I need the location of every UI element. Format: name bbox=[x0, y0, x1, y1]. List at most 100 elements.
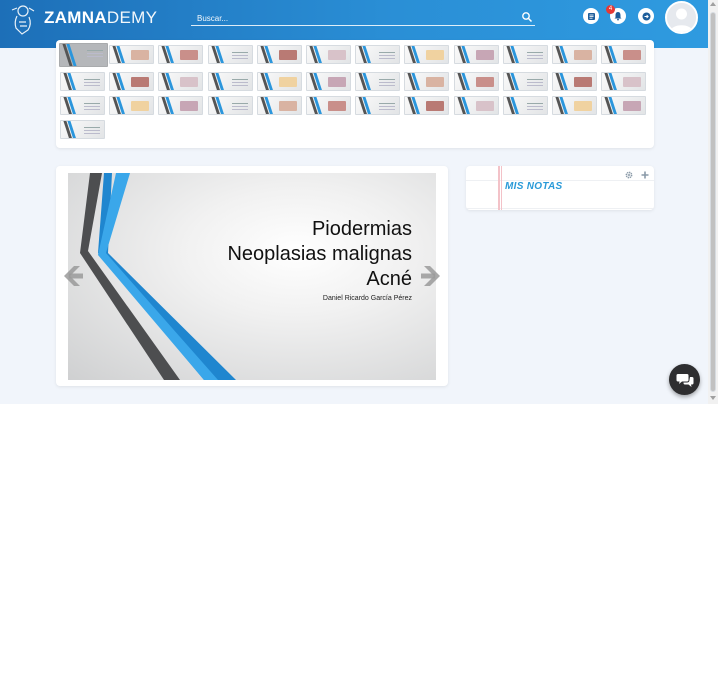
slide-thumbnail[interactable] bbox=[453, 96, 499, 115]
slide-thumbnail[interactable] bbox=[109, 96, 155, 115]
app-root: ZAMNADEMY 4 bbox=[0, 0, 718, 680]
slide-title: Piodermias Neoplasias malignas Acné bbox=[227, 217, 412, 292]
user-avatar[interactable] bbox=[665, 1, 698, 34]
slide-thumbnail[interactable] bbox=[404, 72, 450, 91]
thumbnail-image bbox=[623, 50, 642, 60]
slide-thumbnail[interactable] bbox=[60, 96, 105, 115]
slide-thumbnail[interactable] bbox=[109, 72, 155, 91]
thumbnail-text-lines bbox=[231, 52, 248, 53]
page-scrollbar[interactable] bbox=[708, 0, 718, 404]
plus-icon[interactable] bbox=[640, 170, 650, 180]
thumbnail-image bbox=[327, 101, 346, 111]
thumbnail-image bbox=[180, 101, 199, 111]
slide-thumbnail[interactable] bbox=[207, 96, 253, 115]
mayan-logo-icon[interactable] bbox=[8, 2, 38, 36]
slide-thumbnail[interactable] bbox=[305, 72, 351, 91]
thumbnail-text-lines bbox=[84, 127, 100, 128]
logout-icon bbox=[642, 12, 650, 20]
slide-thumbnail[interactable] bbox=[453, 72, 499, 91]
slide-thumbnail[interactable] bbox=[158, 96, 204, 115]
slide-thumbnail[interactable] bbox=[158, 45, 204, 64]
thumbnail-image bbox=[327, 77, 346, 87]
thumbnail-image bbox=[475, 50, 494, 60]
slide-thumbnail[interactable] bbox=[601, 96, 647, 115]
logout-button[interactable] bbox=[638, 8, 654, 24]
thumbnail-image bbox=[131, 50, 150, 60]
chat-icon bbox=[676, 373, 693, 387]
book-icon bbox=[587, 12, 595, 20]
thumbnail-image bbox=[180, 50, 199, 60]
slide-thumbnail[interactable] bbox=[60, 120, 105, 139]
notes-panel: MIS NOTAS bbox=[466, 166, 654, 210]
slide-title-line: Piodermias bbox=[311, 218, 412, 240]
slide-thumbnail[interactable] bbox=[453, 45, 499, 64]
scroll-up-icon[interactable] bbox=[710, 2, 716, 6]
thumbnail-text-lines bbox=[526, 103, 543, 104]
search-input[interactable] bbox=[191, 10, 511, 27]
brand-name[interactable]: ZAMNADEMY bbox=[44, 8, 157, 28]
slide-thumbnail[interactable] bbox=[355, 96, 401, 115]
slide-thumbnail[interactable] bbox=[601, 45, 647, 64]
slide-thumbnail[interactable] bbox=[551, 45, 597, 64]
bell-icon bbox=[614, 12, 622, 21]
notification-badge: 4 bbox=[606, 5, 615, 14]
slide-thumbnail[interactable] bbox=[256, 45, 302, 64]
notifications-button[interactable]: 4 bbox=[606, 5, 626, 24]
slide-thumbnail[interactable] bbox=[158, 72, 204, 91]
thumbnail-image bbox=[131, 101, 150, 111]
slide-thumbnail[interactable] bbox=[59, 43, 108, 67]
thumbnail-image bbox=[475, 101, 494, 111]
slide-thumbnail[interactable] bbox=[551, 96, 597, 115]
scroll-down-icon[interactable] bbox=[710, 396, 716, 400]
slide-thumbnail[interactable] bbox=[207, 45, 253, 64]
slide-title-line: Acné bbox=[366, 268, 412, 290]
notes-title: MIS NOTAS bbox=[505, 181, 563, 192]
current-slide[interactable]: Piodermias Neoplasias malignas Acné Dani… bbox=[68, 173, 436, 380]
slide-thumbnails-panel bbox=[56, 40, 654, 148]
thumbnail-image bbox=[623, 101, 642, 111]
slide-thumbnail[interactable] bbox=[355, 72, 401, 91]
chevron-left-icon[interactable] bbox=[60, 262, 84, 290]
chat-button[interactable] bbox=[669, 364, 700, 395]
thumbnail-text-lines bbox=[84, 103, 100, 104]
slide-thumbnail[interactable] bbox=[551, 72, 597, 91]
search-icon[interactable] bbox=[521, 11, 533, 23]
slide-thumbnail[interactable] bbox=[207, 72, 253, 91]
slide-thumbnail[interactable] bbox=[256, 96, 302, 115]
thumbnail-image bbox=[573, 50, 592, 60]
slide-thumbnail[interactable] bbox=[60, 72, 105, 91]
slide-thumbnail[interactable] bbox=[404, 96, 450, 115]
thumbnail-image bbox=[426, 77, 445, 87]
slide-viewer: Piodermias Neoplasias malignas Acné Dani… bbox=[56, 166, 448, 386]
slide-thumbnail[interactable] bbox=[502, 96, 548, 115]
thumbnail-image bbox=[278, 101, 297, 111]
notes-margin-line bbox=[498, 166, 500, 210]
slide-thumbnail[interactable] bbox=[109, 45, 155, 64]
brand-bold: ZAMNA bbox=[44, 8, 107, 27]
thumbnail-image bbox=[623, 77, 642, 87]
thumbnail-text-lines bbox=[526, 79, 543, 80]
courses-button[interactable] bbox=[583, 8, 599, 24]
thumbnail-text-lines bbox=[526, 52, 543, 53]
slide-thumbnail[interactable] bbox=[404, 45, 450, 64]
slide-thumbnail[interactable] bbox=[256, 72, 302, 91]
thumbnail-image bbox=[475, 77, 494, 87]
slide-thumbnail[interactable] bbox=[601, 72, 647, 91]
slide-thumbnail[interactable] bbox=[502, 72, 548, 91]
thumbnail-text-lines bbox=[87, 50, 103, 51]
slide-thumbnail[interactable] bbox=[305, 96, 351, 115]
brand-light: DEMY bbox=[106, 8, 158, 27]
gear-icon[interactable] bbox=[624, 170, 634, 180]
thumbnail-text-lines bbox=[231, 79, 248, 80]
chevron-right-icon[interactable] bbox=[420, 262, 444, 290]
slide-thumbnail[interactable] bbox=[355, 45, 401, 64]
notes-margin-line bbox=[501, 166, 502, 210]
scrollbar-thumb[interactable] bbox=[710, 12, 716, 392]
slide-thumbnail[interactable] bbox=[305, 45, 351, 64]
thumbnail-text-lines bbox=[231, 103, 248, 104]
slide-thumbnail[interactable] bbox=[502, 45, 548, 64]
notes-rule bbox=[466, 208, 654, 209]
user-avatar-icon bbox=[667, 3, 696, 32]
thumbnail-text-lines bbox=[379, 52, 396, 53]
slide-title-line: Neoplasias malignas bbox=[227, 243, 412, 265]
